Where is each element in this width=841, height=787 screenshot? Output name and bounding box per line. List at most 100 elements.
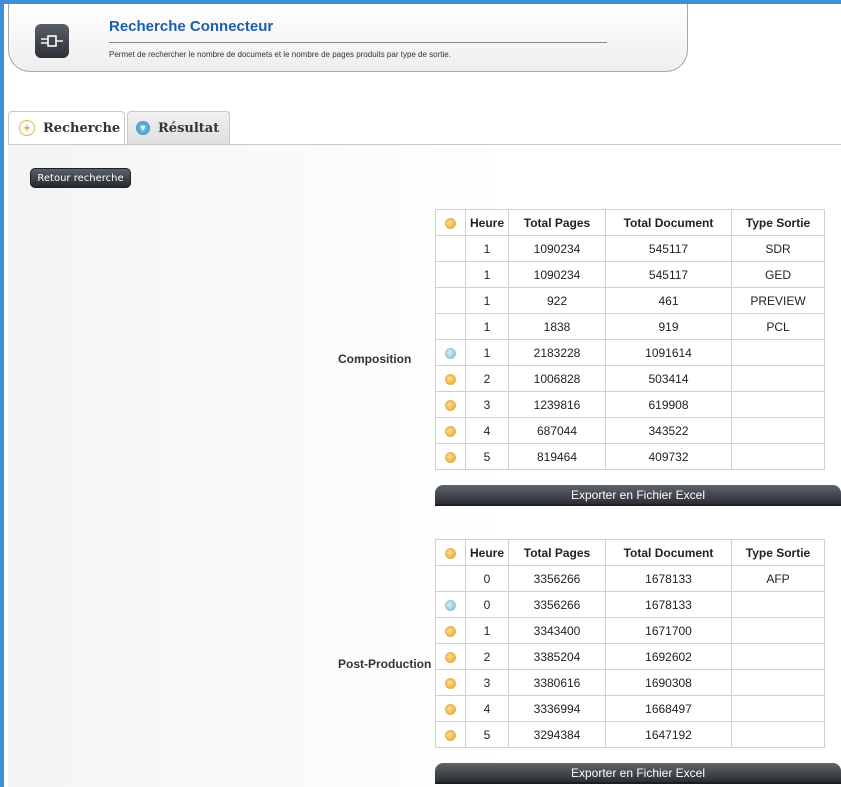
cell-total-document: 545117	[605, 261, 732, 288]
postproduction-label: Post-Production	[338, 657, 432, 671]
page-header: Recherche Connecteur Permet de recherche…	[8, 4, 688, 72]
cell-total-document: 1668497	[605, 695, 732, 722]
composition-table: Heure Total Pages Total Document Type So…	[435, 209, 825, 470]
column-header-total-document[interactable]: Total Document	[605, 539, 732, 566]
row-toggle-cell	[435, 235, 466, 262]
expand-dot-icon	[445, 677, 456, 689]
tab-recherche[interactable]: + Recherche	[8, 111, 125, 144]
row-toggle-cell	[435, 261, 466, 288]
cell-total-pages: 3343400	[508, 617, 606, 644]
cell-heure: 2	[465, 643, 509, 670]
collapse-dot-icon	[445, 347, 456, 359]
row-expand-toggle[interactable]	[435, 617, 466, 644]
page-title: Recherche Connecteur	[109, 18, 274, 35]
export-excel-button-composition[interactable]: Exporter en Fichier Excel	[435, 485, 841, 506]
expand-all-toggle[interactable]	[435, 539, 466, 566]
column-header-type-sortie[interactable]: Type Sortie	[731, 539, 825, 566]
row-expand-toggle[interactable]	[435, 365, 466, 392]
column-header-type-sortie[interactable]: Type Sortie	[731, 209, 825, 236]
table-row: 2 3385204 1692602	[435, 643, 825, 670]
expand-dot-icon	[445, 729, 456, 741]
table-header-row: Heure Total Pages Total Document Type So…	[435, 539, 825, 566]
cell-total-document: 1690308	[605, 669, 732, 696]
cell-total-pages: 3380616	[508, 669, 606, 696]
cell-total-document: 545117	[605, 235, 732, 262]
cell-type-sortie	[731, 591, 825, 618]
cell-heure: 4	[465, 417, 509, 444]
table-header-row: Heure Total Pages Total Document Type So…	[435, 209, 825, 236]
cell-type-sortie: PREVIEW	[731, 287, 825, 314]
expand-dot-icon	[445, 373, 456, 385]
expand-dot-icon	[445, 451, 456, 463]
cell-total-document: 503414	[605, 365, 732, 392]
cell-heure: 5	[465, 721, 509, 748]
cell-type-sortie	[731, 391, 825, 418]
cell-type-sortie	[731, 417, 825, 444]
expand-dot-icon	[445, 217, 456, 229]
cell-type-sortie	[731, 339, 825, 366]
postproduction-table: Heure Total Pages Total Document Type So…	[435, 539, 825, 748]
collapse-dot-icon	[445, 599, 456, 611]
cell-heure: 3	[465, 669, 509, 696]
row-expand-toggle[interactable]	[435, 695, 466, 722]
cell-heure: 2	[465, 365, 509, 392]
cell-total-document: 919	[605, 313, 732, 340]
cell-total-document: 343522	[605, 417, 732, 444]
cell-heure: 5	[465, 443, 509, 470]
cell-type-sortie	[731, 695, 825, 722]
table-row: 0 3356266 1678133	[435, 591, 825, 618]
cell-total-pages: 1838	[508, 313, 606, 340]
cell-type-sortie	[731, 721, 825, 748]
cell-type-sortie: AFP	[731, 565, 825, 592]
row-toggle-cell	[435, 565, 466, 592]
cell-total-document: 461	[605, 287, 732, 314]
cell-heure: 4	[465, 695, 509, 722]
cell-type-sortie	[731, 617, 825, 644]
cell-total-pages: 3294384	[508, 721, 606, 748]
table-row: 0 3356266 1678133 AFP	[435, 565, 825, 592]
row-expand-toggle[interactable]	[435, 443, 466, 470]
expand-dot-icon	[445, 625, 456, 637]
cell-total-pages: 3356266	[508, 565, 606, 592]
table-row: 5 819464 409732	[435, 443, 825, 470]
cell-type-sortie	[731, 365, 825, 392]
tab-resultat[interactable]: ▾ Résultat	[127, 111, 230, 144]
cell-total-pages: 2183228	[508, 339, 606, 366]
table-row: 4 3336994 1668497	[435, 695, 825, 722]
cell-total-pages: 922	[508, 287, 606, 314]
export-excel-button-postproduction[interactable]: Exporter en Fichier Excel	[435, 763, 841, 784]
tab-label: Résultat	[158, 120, 220, 136]
column-header-heure[interactable]: Heure	[465, 539, 509, 566]
cell-type-sortie	[731, 443, 825, 470]
cell-total-document: 619908	[605, 391, 732, 418]
tab-label: Recherche	[43, 120, 121, 136]
row-expand-toggle[interactable]	[435, 721, 466, 748]
row-expand-toggle[interactable]	[435, 391, 466, 418]
row-expand-toggle[interactable]	[435, 417, 466, 444]
column-header-total-pages[interactable]: Total Pages	[508, 539, 606, 566]
cell-heure: 1	[465, 313, 509, 340]
cell-total-document: 1678133	[605, 591, 732, 618]
row-expand-toggle[interactable]	[435, 643, 466, 670]
cell-total-pages: 3385204	[508, 643, 606, 670]
cell-heure: 1	[465, 339, 509, 366]
cell-total-document: 409732	[605, 443, 732, 470]
cell-type-sortie	[731, 643, 825, 670]
column-header-total-pages[interactable]: Total Pages	[508, 209, 606, 236]
row-collapse-toggle[interactable]	[435, 339, 466, 366]
column-header-total-document[interactable]: Total Document	[605, 209, 732, 236]
expand-dot-icon	[445, 399, 456, 411]
cell-type-sortie: GED	[731, 261, 825, 288]
cell-total-pages: 3336994	[508, 695, 606, 722]
cell-heure: 1	[465, 235, 509, 262]
column-header-heure[interactable]: Heure	[465, 209, 509, 236]
row-collapse-toggle[interactable]	[435, 591, 466, 618]
cell-total-pages: 819464	[508, 443, 606, 470]
cell-total-pages: 1090234	[508, 235, 606, 262]
retour-recherche-button[interactable]: Retour recherche	[30, 168, 131, 188]
plus-circle-icon: +	[19, 120, 35, 136]
header-divider	[109, 42, 607, 43]
cell-heure: 0	[465, 591, 509, 618]
expand-all-toggle[interactable]	[435, 209, 466, 236]
row-expand-toggle[interactable]	[435, 669, 466, 696]
